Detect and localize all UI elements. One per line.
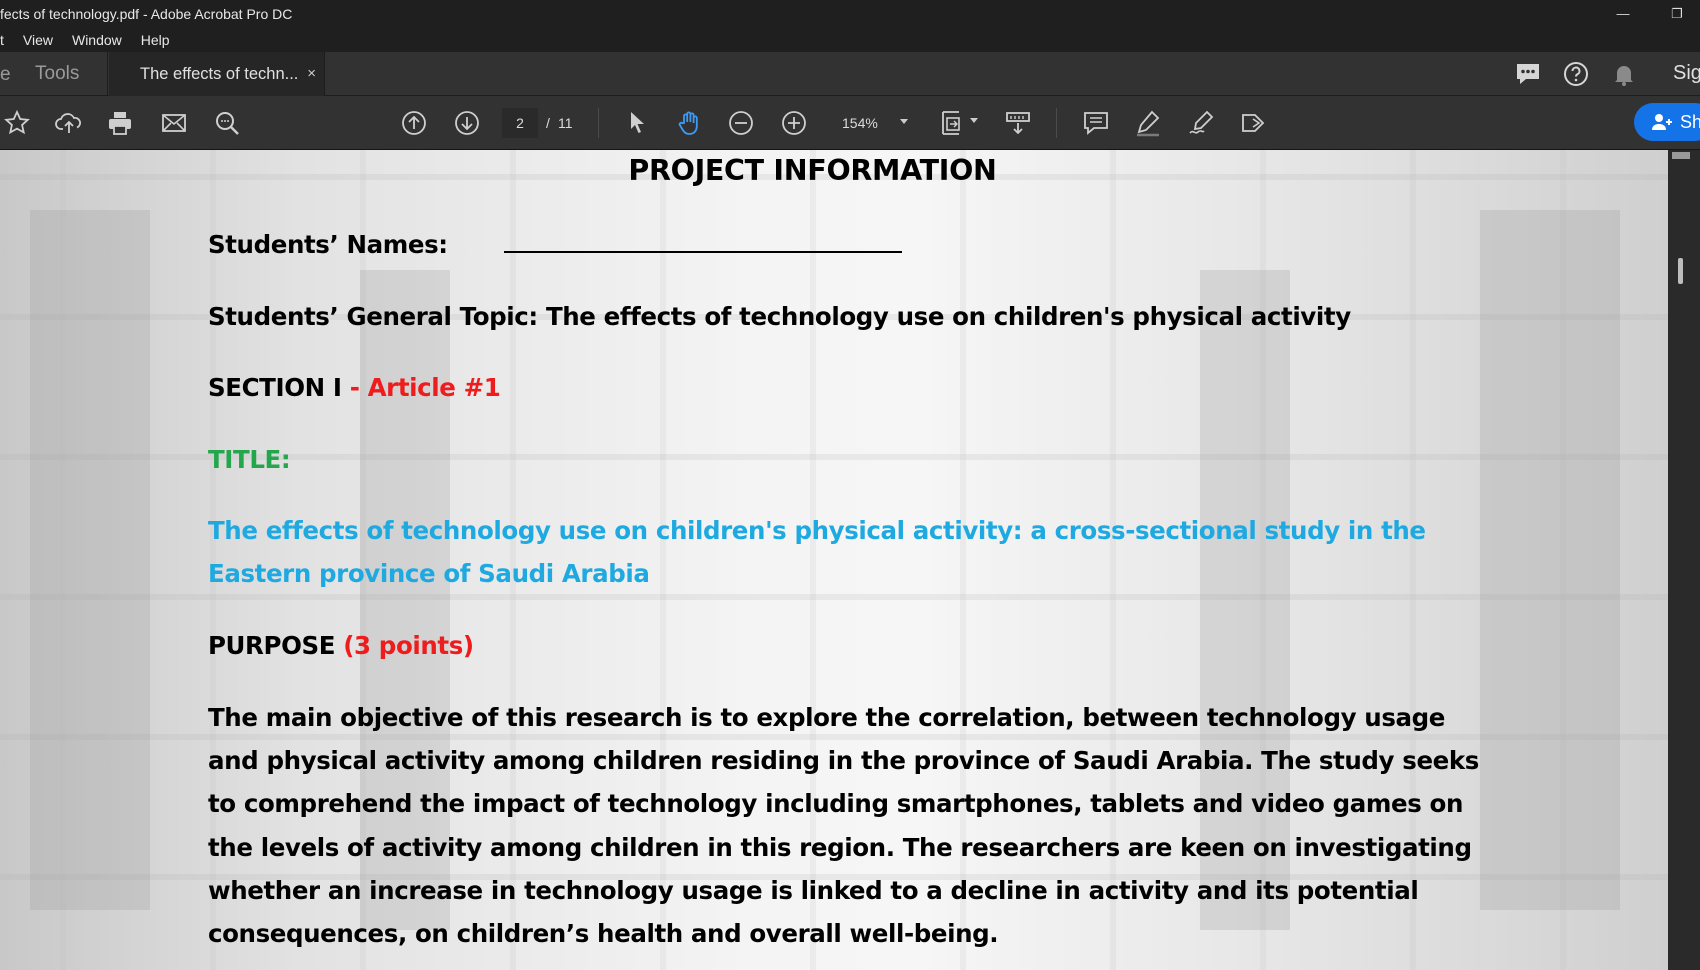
search-zoom-icon[interactable] [212,108,242,138]
restore-button[interactable]: ❐ [1654,0,1700,27]
comment-icon[interactable] [1081,108,1111,138]
paragraph-line: to comprehend the impact of technology i… [208,789,1463,818]
document-viewer[interactable]: PROJECT INFORMATION Students’ Names: Stu… [0,150,1668,970]
share-label: Sh [1680,111,1700,132]
title-bar: fects of technology.pdf - Adobe Acrobat … [0,0,1700,27]
background-shelf [30,210,150,910]
article-title-line-2: Eastern province of Saudi Arabia [208,559,650,588]
page-separator: / [546,115,550,131]
purpose-points: (3 points) [343,631,474,660]
highlight-icon[interactable] [1133,108,1163,138]
chat-icon[interactable] [1514,60,1542,88]
background-shelf [360,270,450,930]
zoom-in-icon[interactable] [779,108,809,138]
stamp-icon[interactable] [1238,108,1268,138]
minimize-button[interactable]: — [1600,0,1646,27]
toolbar: / 11 154% [0,96,1700,150]
zoom-level-value: 154% [842,115,878,131]
tab-document-label: The effects of techn... [140,64,299,83]
page-down-icon[interactable] [452,108,482,138]
chevron-down-icon[interactable] [970,118,978,123]
scrollbar-thumb[interactable] [1678,258,1683,284]
article-title-line-1: The effects of technology use on childre… [208,516,1426,545]
background-shelf [1200,270,1290,930]
tab-tools-label: Tools [35,63,80,84]
students-names-label: Students’ Names: [208,230,448,259]
zoom-out-icon[interactable] [726,108,756,138]
vertical-scrollbar[interactable] [1668,150,1700,970]
menu-item-edit[interactable]: t [0,32,4,48]
menu-bar: t View Window Help [0,27,1700,52]
toolbar-divider [1056,108,1057,138]
print-icon[interactable] [105,108,135,138]
scrollbar-top-cap [1672,152,1690,159]
page-number-input[interactable] [502,108,538,138]
window-title: fects of technology.pdf - Adobe Acrobat … [0,5,293,22]
paragraph-line: and physical activity among children res… [208,746,1479,775]
upload-cloud-icon[interactable] [54,108,84,138]
hand-tool-icon[interactable] [674,108,704,138]
tabs-bar: e Tools The effects of techn... × Sig [0,52,1700,96]
chevron-down-icon [900,119,908,124]
menu-item-help[interactable]: Help [141,32,170,48]
select-arrow-icon[interactable] [622,108,652,138]
scroll-mode-icon[interactable] [1003,108,1033,138]
title-label: TITLE: [208,445,291,474]
purpose-line: PURPOSE (3 points) [208,631,474,660]
menu-item-window[interactable]: Window [72,32,122,48]
paragraph-line: consequences, on children’s health and o… [208,919,999,948]
share-button[interactable]: Sh [1634,103,1700,141]
sign-pen-icon[interactable] [1186,108,1216,138]
topic-label: Students’ General Topic: [208,302,538,331]
star-icon[interactable] [2,108,32,138]
tab-close-icon[interactable]: × [307,65,316,82]
names-blank-line [503,231,902,253]
zoom-level-dropdown[interactable]: 154% [832,108,912,138]
paragraph-line: whether an increase in technology usage … [208,876,1419,905]
topic-value: The effects of technology use on childre… [545,302,1351,331]
notification-bell-icon[interactable] [1610,60,1638,88]
students-names-line: Students’ Names: [208,230,902,259]
background-shelf [1480,210,1620,910]
menu-item-view[interactable]: View [23,32,53,48]
section-line: SECTION I - Article #1 [208,373,501,402]
purpose-label: PURPOSE [208,631,336,660]
page-up-icon[interactable] [399,108,429,138]
paragraph-line: the levels of activity among children in… [208,833,1472,862]
sign-in-label[interactable]: Sig [1673,62,1700,85]
tab-document[interactable]: The effects of techn... × [109,52,325,96]
fit-page-icon[interactable] [937,108,967,138]
mail-icon[interactable] [159,108,189,138]
general-topic-line: Students’ General Topic: The effects of … [208,302,1351,331]
section-label: SECTION I [208,373,342,402]
page-heading: PROJECT INFORMATION [628,154,997,187]
tab-tools[interactable]: Tools [0,52,108,96]
add-user-icon [1650,110,1674,134]
page-total: 11 [558,115,573,131]
toolbar-divider [598,108,599,138]
section-article: - Article #1 [349,373,501,402]
help-icon[interactable] [1562,60,1590,88]
paragraph-line: The main objective of this research is t… [208,703,1445,732]
